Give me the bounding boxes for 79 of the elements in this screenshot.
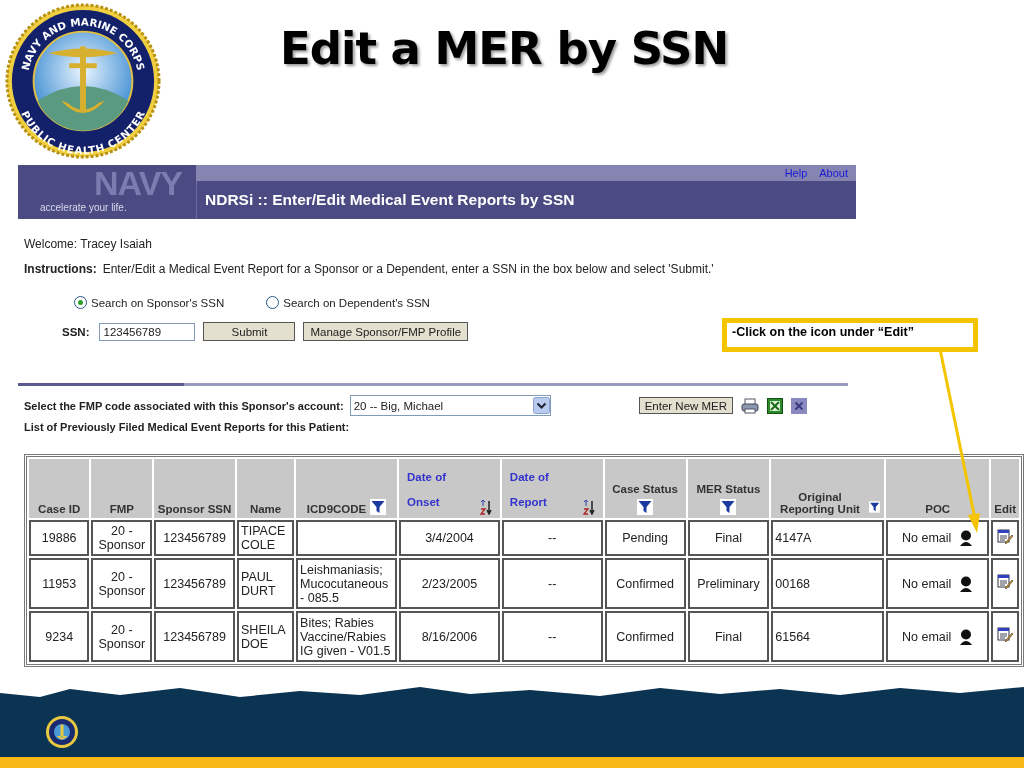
column-header: Case Status	[604, 459, 686, 518]
table-cell: 123456789	[163, 531, 226, 545]
list-label: List of Previously Filed Medical Event Reports for this Patient:	[24, 421, 351, 433]
ssn-label: SSN:	[62, 325, 90, 338]
filter-icon[interactable]	[868, 499, 881, 515]
form-button[interactable]: Manage Sponsor/FMP Profile	[303, 322, 469, 341]
ssn-field[interactable]: 123456789	[99, 322, 196, 341]
filter-icon[interactable]	[370, 499, 387, 515]
column-header: POC	[886, 459, 990, 518]
edit-icon[interactable]	[997, 627, 1014, 643]
table-cell: --	[548, 576, 557, 591]
filter-icon[interactable]	[637, 499, 654, 515]
table-cell: PAUL DURT	[241, 569, 276, 598]
table-cell: Preliminary	[697, 576, 760, 591]
edit-icon[interactable]	[997, 574, 1014, 590]
table-cell: Final	[714, 531, 742, 545]
slide-title: Edit a MER by SSN	[280, 22, 729, 75]
table-cell: Confirmed	[616, 576, 674, 591]
table-cell: 11953	[42, 576, 77, 591]
instructions-label: Instructions:	[24, 262, 97, 276]
radio-button[interactable]	[266, 296, 280, 309]
column-header[interactable]: Date of Report	[501, 459, 603, 518]
column-header: Name	[237, 459, 295, 518]
person-icon[interactable]	[959, 575, 974, 592]
column-header: Case ID	[29, 459, 90, 518]
sort-icon[interactable]	[582, 500, 595, 515]
table-cell: Leishmaniasis; Mucocutaneous - 085.5	[300, 562, 389, 605]
instructions-text: Enter/Edit a Medical Event Report for a Sponsor or a Dependent, enter a SSN in the box below and select 'Submit.'	[102, 262, 714, 276]
table-cell: 2/23/2005	[421, 576, 478, 591]
logo-tagline: accelerate your life.	[40, 201, 127, 215]
page-title: NDRSi :: Enter/Edit Medical Event Reports by SSN	[205, 191, 575, 209]
person-icon[interactable]	[959, 628, 974, 645]
table-cell: 20 - Sponsor	[98, 524, 146, 552]
emblem-icon	[45, 715, 79, 749]
table-cell: 9234	[45, 629, 74, 644]
radio-label: Search on Sponsor's SSN	[91, 296, 225, 309]
table-cell: Pending	[622, 531, 669, 545]
edit-icon[interactable]	[997, 528, 1014, 545]
table-cell: --	[548, 629, 557, 644]
spreadsheet-icon[interactable]	[767, 397, 784, 414]
filter-icon[interactable]	[720, 499, 737, 515]
welcome-text: Welcome: Tracey Isaiah	[24, 237, 153, 251]
enter-new-mer-button[interactable]: Enter New MER	[638, 397, 734, 414]
table-cell: SHEILA DOE	[241, 622, 285, 651]
radio-button[interactable]	[74, 296, 87, 309]
table-cell: 20 - Sponsor	[98, 622, 146, 651]
table-cell: 61564	[775, 629, 811, 644]
table-cell: 8/16/2006	[421, 629, 478, 644]
person-icon[interactable]	[959, 530, 974, 546]
column-header: MER Status	[687, 459, 770, 518]
table-cell: 00168	[775, 576, 811, 591]
table-cell: 123456789	[163, 629, 226, 644]
column-header: ICD9CODE	[296, 459, 398, 518]
table-cell: 4147A	[775, 531, 812, 545]
column-header: Edit	[991, 459, 1019, 518]
callout-box: -Click on the icon under “Edit”	[722, 318, 978, 352]
column-header: Sponsor SSN	[154, 459, 236, 518]
print-icon[interactable]	[741, 397, 760, 414]
table-cell: TIPACE COLE	[241, 524, 286, 552]
radio-label: Search on Dependent's SSN	[283, 296, 430, 309]
close-icon[interactable]	[791, 397, 808, 414]
table-cell: Confirmed	[616, 629, 674, 644]
form-button[interactable]: Submit	[203, 322, 296, 341]
table-cell: 123456789	[163, 576, 226, 591]
table-cell: 19886	[41, 531, 77, 545]
table-cell: No email	[902, 531, 952, 545]
fmp-label: Select the FMP code associated with this Sponsor's account:	[24, 399, 344, 412]
sort-icon[interactable]	[479, 500, 492, 515]
column-header: Original Reporting Unit	[771, 459, 885, 518]
column-header[interactable]: Date of Onset	[399, 459, 500, 518]
column-header: FMP	[91, 459, 153, 518]
table-cell: 20 - Sponsor	[98, 569, 146, 598]
table-cell: No email	[902, 629, 952, 644]
table-cell: Final	[714, 629, 742, 644]
fmp-select[interactable]: 20 -- Big, Michael	[349, 395, 551, 416]
table-cell: 3/4/2004	[425, 531, 474, 545]
table-cell: Bites; Rabies Vaccine/Rabies IG given - V01.5	[300, 615, 391, 658]
table-cell: No email	[902, 576, 952, 591]
table-cell: --	[548, 531, 557, 545]
